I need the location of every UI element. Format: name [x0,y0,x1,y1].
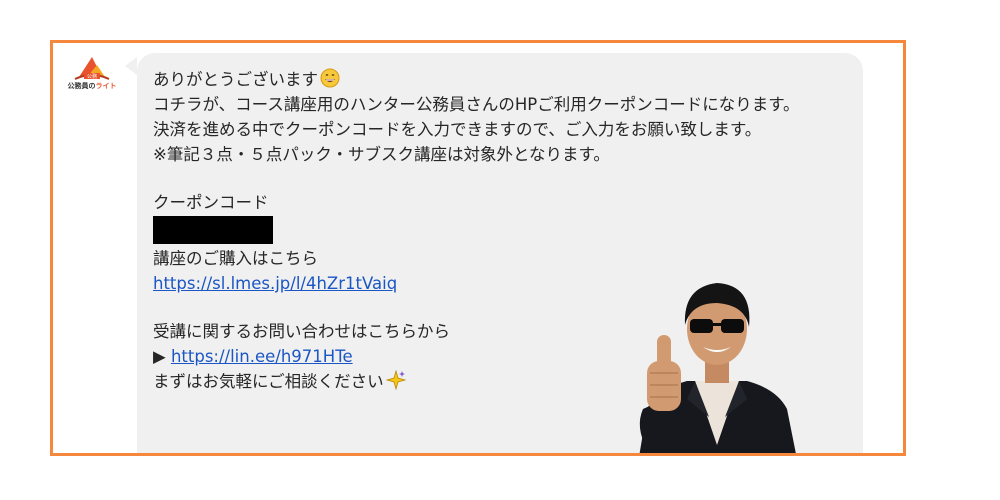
message-bubble: ありがとうございます コチラが、コース講座用のハンター公務員さんのHPご利用クー… [137,53,863,453]
message-line: コチラが、コース講座用のハンター公務員さんのHPご利用クーポンコードになります。 [153,95,800,114]
logo-icon: 公務 [74,57,110,80]
avatar[interactable]: 公務 公務員のライト [67,53,117,95]
inquiry-link[interactable]: https://lin.ee/h971HTe [171,347,353,366]
businessman-illustration [639,283,796,453]
message-greeting-line: ありがとうございます [153,67,800,92]
coupon-heading: クーポンコード [153,193,269,212]
svg-text:公務: 公務 [87,73,97,80]
message-line: 決済を進める中でクーポンコードを入力できますので、ご入力をお願い致します。 [153,120,762,139]
bubble-tail [125,57,137,75]
screenshot-frame: 公務 公務員のライト ありがとうございます コチラが、コース講座用のハンター公務… [50,40,906,456]
avatar-label-accent: ライト [95,82,117,90]
avatar-label: 公務員のライト [67,81,117,91]
avatar-label-prefix: 公務員の [67,82,96,90]
grinning-face-icon [320,68,340,88]
play-arrow-icon: ▶ [153,347,166,366]
purchase-link[interactable]: https://sl.lmes.jp/l/4hZr1tVaiq [153,274,397,293]
message-greeting: ありがとうございます [153,70,318,89]
message-closing: まずはお気軽にご相談ください [153,372,384,391]
message-line: ※筆記３点・５点パック・サブスク講座は対象外となります。 [153,145,610,164]
redacted-coupon-code [153,216,273,244]
sparkles-icon [385,370,406,390]
